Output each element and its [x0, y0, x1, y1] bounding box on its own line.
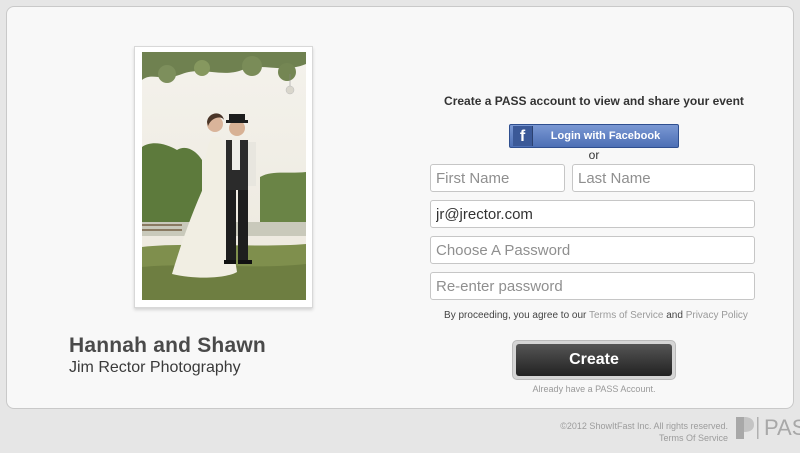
event-title: Hannah and Shawn [69, 334, 266, 357]
password-field[interactable] [430, 236, 755, 264]
event-photo-frame [134, 46, 313, 308]
first-name-field[interactable] [430, 164, 565, 192]
pass-logo-icon [736, 417, 759, 439]
existing-account-link[interactable]: Already have a PASS Account. [512, 384, 676, 394]
facebook-login-button[interactable]: f Login with Facebook [509, 124, 679, 148]
signup-heading: Create a PASS account to view and share … [444, 94, 744, 108]
signup-card: Hannah and Shawn Jim Rector Photography … [6, 6, 794, 409]
event-photo [142, 52, 306, 300]
footer: ©2012 ShowItFast Inc. All rights reserve… [560, 420, 728, 444]
facebook-icon: f [513, 126, 533, 146]
create-account-button[interactable]: Create [512, 340, 676, 380]
pass-logo: PASS [734, 415, 800, 441]
facebook-login-label: Login with Facebook [550, 130, 661, 142]
password-confirm-field[interactable] [430, 272, 755, 300]
copyright-text: ©2012 ShowItFast Inc. All rights reserve… [560, 421, 728, 431]
last-name-field[interactable] [572, 164, 755, 192]
email-field[interactable] [430, 200, 755, 228]
agreement-prefix: By proceeding, you agree to our [444, 310, 589, 321]
footer-terms-link[interactable]: Terms Of Service [659, 433, 728, 443]
or-separator: or [588, 148, 600, 162]
agreement-text: By proceeding, you agree to our Terms of… [431, 310, 761, 321]
privacy-policy-link[interactable]: Privacy Policy [686, 310, 748, 321]
terms-of-service-link[interactable]: Terms of Service [589, 310, 663, 321]
agreement-and: and [663, 310, 686, 321]
pass-logo-text: PASS [764, 415, 800, 440]
photographer-name: Jim Rector Photography [69, 359, 241, 376]
create-button-label: Create [516, 344, 672, 376]
